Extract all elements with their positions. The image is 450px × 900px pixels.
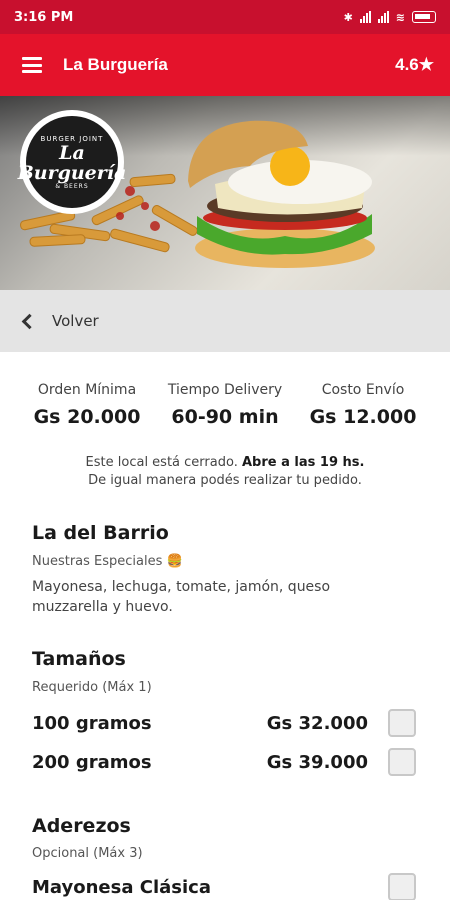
restaurant-info: Orden Mínima Gs 20.000 Tiempo Delivery 6… <box>0 382 450 428</box>
dressings-title: Aderezos <box>32 815 131 837</box>
back-label: Volver <box>52 312 99 330</box>
notice-text: Este local está cerrado. <box>85 455 238 470</box>
info-delivery-time: Tiempo Delivery 60-90 min <box>156 382 294 428</box>
chevron-left-icon <box>21 313 38 329</box>
status-icons: ✱ ≋ <box>344 11 436 24</box>
sizes-title: Tamaños <box>32 648 126 670</box>
notice-line2: De igual manera podés realizar tu pedido… <box>88 473 362 488</box>
battery-icon <box>412 11 436 23</box>
product-category: Nuestras Especiales 🍔 <box>32 554 183 569</box>
info-shipping-cost: Costo Envío Gs 12.000 <box>294 382 432 428</box>
logo-bottom-text: & BEERS <box>55 182 89 190</box>
size-option[interactable]: 200 gramos Gs 39.000 <box>32 747 416 777</box>
wifi-icon: ≋ <box>395 10 405 24</box>
product-name: La del Barrio <box>32 522 169 544</box>
status-time: 3:16 PM <box>14 9 74 25</box>
back-button[interactable]: Volver <box>0 290 450 352</box>
option-name: 100 gramos <box>32 712 152 734</box>
signal-icon-2 <box>377 11 389 23</box>
restaurant-logo: BURGER JOINT La Burguería & BEERS <box>17 110 127 214</box>
info-value: Gs 20.000 <box>33 406 141 428</box>
rating-badge: 4.6★ <box>395 55 434 74</box>
dressings-requirement: Opcional (Máx 3) <box>32 846 143 861</box>
bluetooth-icon: ✱ <box>343 10 353 24</box>
info-label: Orden Mínima <box>37 382 137 398</box>
option-price: Gs 39.000 <box>266 751 368 773</box>
logo-name-text: La Burguería <box>17 141 127 184</box>
option-price: Gs 32.000 <box>266 712 368 734</box>
option-name: Mayonesa Clásica <box>32 876 211 898</box>
status-bar: 3:16 PM ✱ ≋ <box>0 0 450 34</box>
product-description: Mayonesa, lechuga, tomate, jamón, queso … <box>32 579 331 615</box>
app-bar: La Burguería 4.6★ <box>0 34 450 96</box>
info-min-order: Orden Mínima Gs 20.000 <box>18 382 156 428</box>
size-option[interactable]: 100 gramos Gs 32.000 <box>32 708 416 738</box>
info-value: Gs 12.000 <box>309 406 417 428</box>
info-label: Costo Envío <box>321 382 405 398</box>
info-label: Tiempo Delivery <box>167 382 283 398</box>
option-checkbox[interactable] <box>388 748 416 776</box>
menu-icon[interactable] <box>22 57 42 73</box>
info-value: 60-90 min <box>171 406 279 428</box>
notice-opening-time: Abre a las 19 hs. <box>241 455 365 470</box>
app-title: La Burguería <box>63 55 168 74</box>
sizes-requirement: Requerido (Máx 1) <box>32 680 152 695</box>
closed-notice: Este local está cerrado. Abre a las 19 h… <box>0 454 450 490</box>
dressing-option[interactable]: Mayonesa Clásica <box>32 872 416 900</box>
signal-icon <box>359 11 371 23</box>
option-checkbox[interactable] <box>388 873 416 900</box>
hero-image: BURGER JOINT La Burguería & BEERS <box>0 96 450 290</box>
option-checkbox[interactable] <box>388 709 416 737</box>
option-name: 200 gramos <box>32 751 152 773</box>
